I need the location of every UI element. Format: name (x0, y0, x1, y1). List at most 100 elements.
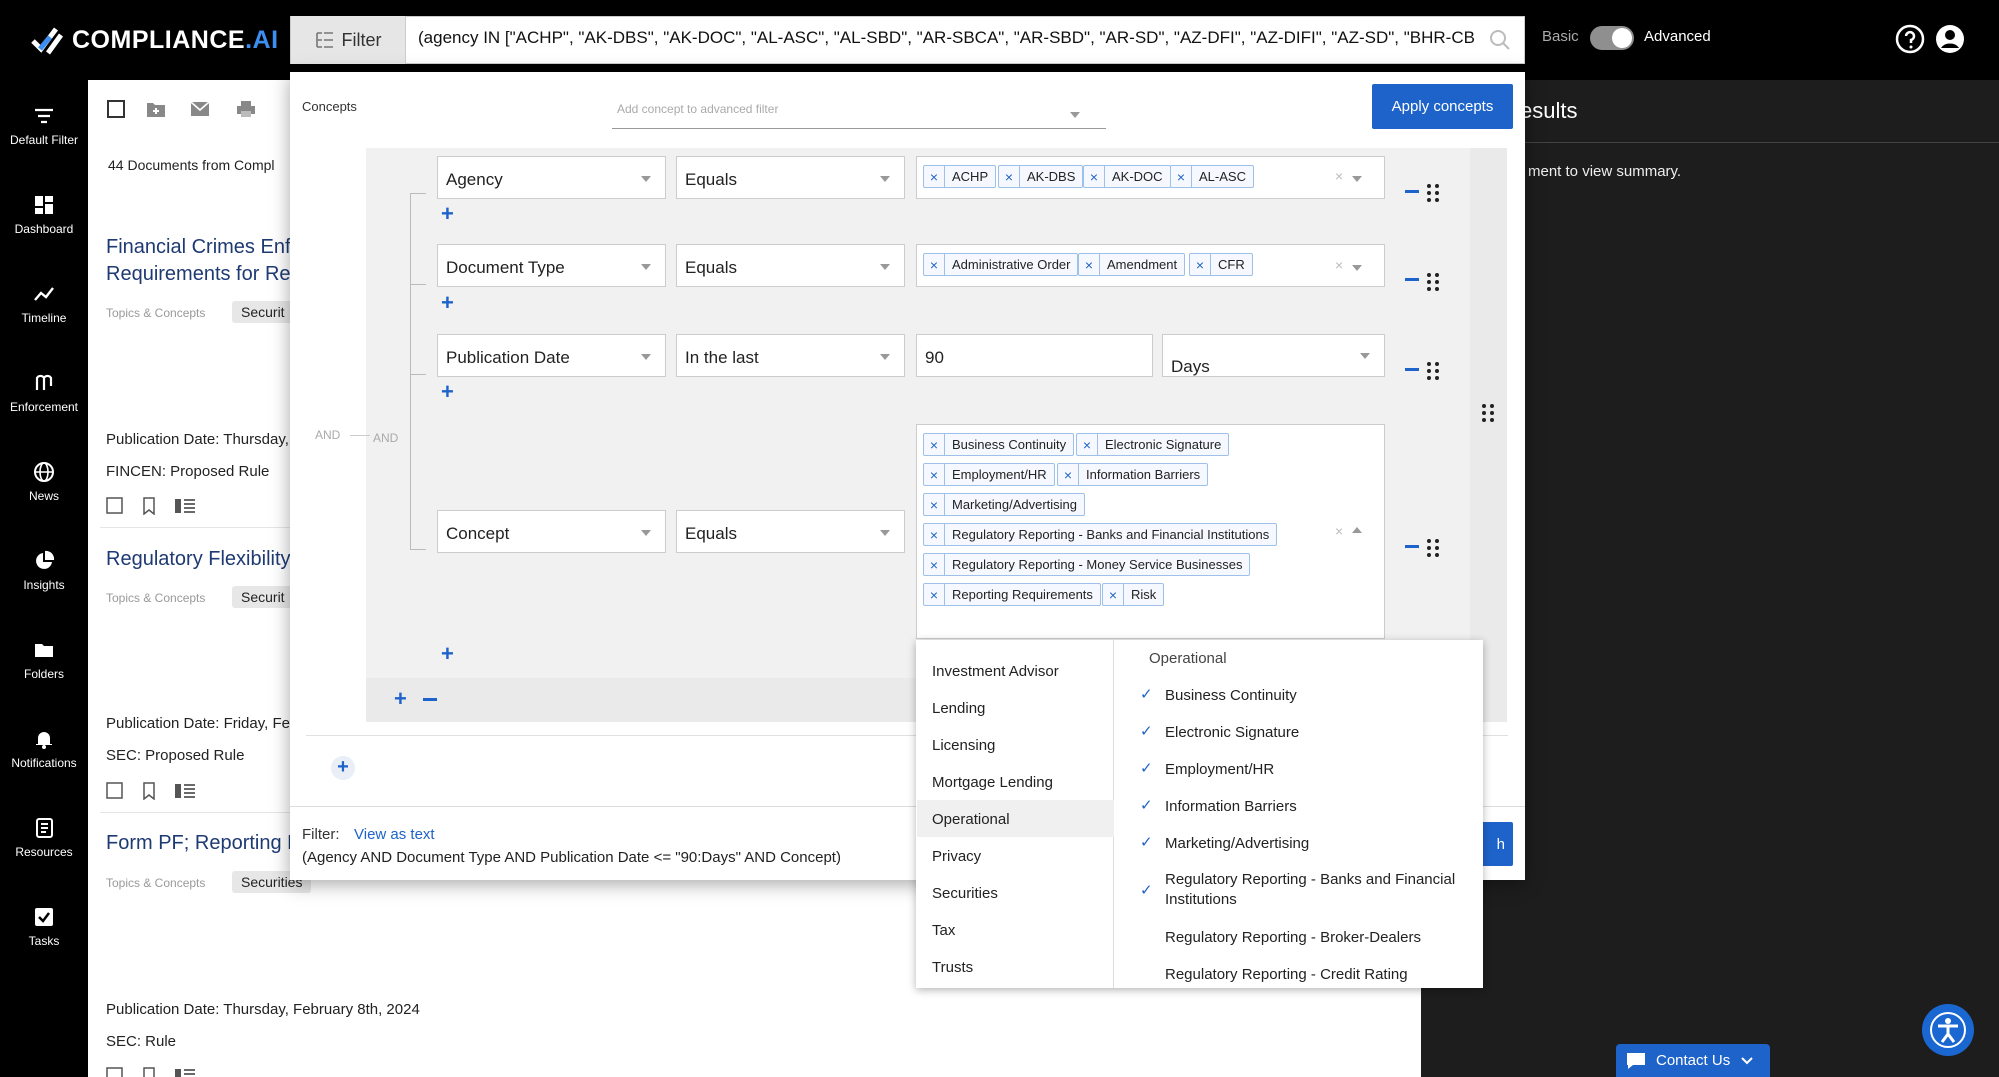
apply-concepts-button[interactable]: Apply concepts (1372, 84, 1513, 129)
concept-option[interactable]: Information Barriers (1165, 797, 1297, 817)
drag-handle-icon[interactable] (1426, 183, 1440, 203)
checkbox-icon[interactable] (106, 782, 124, 800)
category-item[interactable]: Tax (932, 922, 955, 939)
summary-view-icon[interactable] (174, 1067, 196, 1077)
remove-tag-icon[interactable]: × (1190, 254, 1211, 275)
summary-view-icon[interactable] (174, 782, 196, 800)
summary-view-icon[interactable] (174, 497, 196, 515)
sidebar-item-news[interactable]: News (0, 461, 88, 503)
select-all-checkbox-icon[interactable] (106, 100, 126, 118)
concept-option[interactable]: Business Continuity (1165, 686, 1297, 706)
group-drag-handle-icon[interactable] (1481, 403, 1495, 423)
remove-tag-icon[interactable]: × (924, 524, 945, 545)
concept-option[interactable]: Marketing/Advertising (1165, 834, 1309, 854)
add-condition-icon[interactable]: + (441, 643, 454, 665)
user-account-icon[interactable] (1935, 24, 1965, 54)
category-item-selected[interactable]: Operational (932, 811, 1010, 828)
category-item[interactable]: Licensing (932, 737, 995, 754)
add-condition-icon[interactable]: + (441, 381, 454, 403)
mode-toggle[interactable] (1590, 26, 1634, 50)
print-icon[interactable] (236, 100, 256, 118)
value-tag[interactable]: × AL-ASC (1170, 165, 1254, 188)
bookmark-icon[interactable] (140, 1067, 158, 1077)
sidebar-item-tasks[interactable]: Tasks (0, 906, 88, 948)
sidebar-item-folders[interactable]: Folders (0, 639, 88, 681)
value-tag[interactable]: × AK-DOC (1083, 165, 1171, 188)
drag-handle-icon[interactable] (1426, 272, 1440, 292)
field-select[interactable]: Concept (437, 510, 666, 553)
remove-row-icon[interactable] (1405, 278, 1419, 281)
value-tag[interactable]: × Electronic Signature (1076, 433, 1230, 456)
clear-values-icon[interactable]: × (1335, 523, 1343, 539)
concept-option[interactable]: Regulatory Reporting - Credit Rating (1165, 965, 1408, 985)
sidebar-item-default-filter[interactable]: Default Filter (0, 105, 88, 147)
remove-row-icon[interactable] (1405, 190, 1419, 193)
accessibility-button[interactable] (1922, 1004, 1974, 1056)
doc-title-line2[interactable]: Requirements for Reg (106, 261, 302, 288)
remove-tag-icon[interactable]: × (924, 254, 945, 275)
remove-group-icon[interactable] (423, 698, 437, 701)
sidebar-item-enforcement[interactable]: Enforcement (0, 372, 88, 414)
date-unit-select[interactable]: Days (1162, 334, 1385, 377)
remove-tag-icon[interactable]: × (924, 434, 945, 455)
remove-tag-icon[interactable]: × (924, 464, 945, 485)
sidebar-item-resources[interactable]: Resources (0, 817, 88, 859)
value-tag[interactable]: × Marketing/Advertising (923, 493, 1085, 516)
sidebar-item-insights[interactable]: Insights (0, 550, 88, 592)
field-select[interactable]: Document Type (437, 244, 666, 287)
and-operator-outer[interactable]: AND (315, 428, 340, 442)
chevron-down-icon[interactable] (1352, 265, 1362, 271)
operator-select[interactable]: Equals (676, 510, 905, 553)
view-as-text-link[interactable]: View as text (354, 826, 435, 843)
topic-chip[interactable]: Securit (232, 301, 294, 323)
search-icon[interactable] (1476, 16, 1524, 64)
clear-values-icon[interactable]: × (1335, 257, 1343, 273)
value-tag[interactable]: × CFR (1189, 253, 1253, 276)
value-tag[interactable]: × Regulatory Reporting - Banks and Financ… (923, 523, 1278, 546)
doc-title[interactable]: Form PF; Reporting R (106, 830, 302, 857)
mode-basic-label[interactable]: Basic (1542, 28, 1579, 45)
value-tag[interactable]: × ACHP (923, 165, 997, 188)
value-tag[interactable]: × Business Continuity (923, 433, 1075, 456)
drag-handle-icon[interactable] (1426, 361, 1440, 381)
field-select[interactable]: Publication Date (437, 334, 666, 377)
remove-tag-icon[interactable]: × (1103, 584, 1124, 605)
topic-chip[interactable]: Securit (232, 586, 294, 608)
help-icon[interactable] (1895, 24, 1925, 54)
concept-option[interactable]: Regulatory Reporting - Broker-Dealers (1165, 928, 1421, 948)
concept-select[interactable]: Add concept to advanced filter (612, 92, 1106, 129)
contact-us-button[interactable]: Contact Us (1616, 1044, 1770, 1077)
remove-tag-icon[interactable]: × (1058, 464, 1079, 485)
add-condition-icon[interactable]: + (441, 203, 454, 225)
value-tag[interactable]: × AK-DBS (998, 165, 1084, 188)
remove-tag-icon[interactable]: × (999, 166, 1020, 187)
value-tag[interactable]: × Risk (1102, 583, 1165, 606)
value-tag[interactable]: × Employment/HR (923, 463, 1055, 486)
category-item[interactable]: Investment Advisor (932, 663, 1059, 680)
filter-button[interactable]: Filter (291, 16, 406, 64)
sidebar-item-timeline[interactable]: Timeline (0, 283, 88, 325)
concept-option[interactable]: Regulatory Reporting - Banks and Financi… (1165, 870, 1465, 910)
query-input[interactable]: (agency IN ["ACHP", "AK-DBS", "AK-DOC", … (406, 16, 1476, 64)
value-tag[interactable]: × Amendment (1078, 253, 1186, 276)
add-folder-icon[interactable] (146, 100, 166, 118)
remove-tag-icon[interactable]: × (924, 554, 945, 575)
operator-select[interactable]: In the last (676, 334, 905, 377)
checkbox-icon[interactable] (106, 497, 124, 515)
remove-tag-icon[interactable]: × (1077, 434, 1098, 455)
category-item[interactable]: Trusts (932, 959, 973, 976)
doc-title[interactable]: Financial Crimes Enfo (106, 234, 302, 261)
clear-values-icon[interactable]: × (1335, 168, 1343, 184)
remove-row-icon[interactable] (1405, 545, 1419, 548)
add-group-icon[interactable]: + (394, 688, 407, 710)
add-condition-icon[interactable]: + (441, 292, 454, 314)
value-tag[interactable]: × Regulatory Reporting - Money Service Bu… (923, 553, 1251, 576)
remove-row-icon[interactable] (1405, 368, 1419, 371)
add-root-group-icon[interactable]: + (331, 756, 355, 780)
logo[interactable]: COMPLIANCE.AI (30, 20, 279, 60)
checkbox-icon[interactable] (106, 1067, 124, 1077)
operator-select[interactable]: Equals (676, 156, 905, 199)
remove-tag-icon[interactable]: × (924, 584, 945, 605)
operator-select[interactable]: Equals (676, 244, 905, 287)
sidebar-item-notifications[interactable]: Notifications (0, 728, 88, 770)
